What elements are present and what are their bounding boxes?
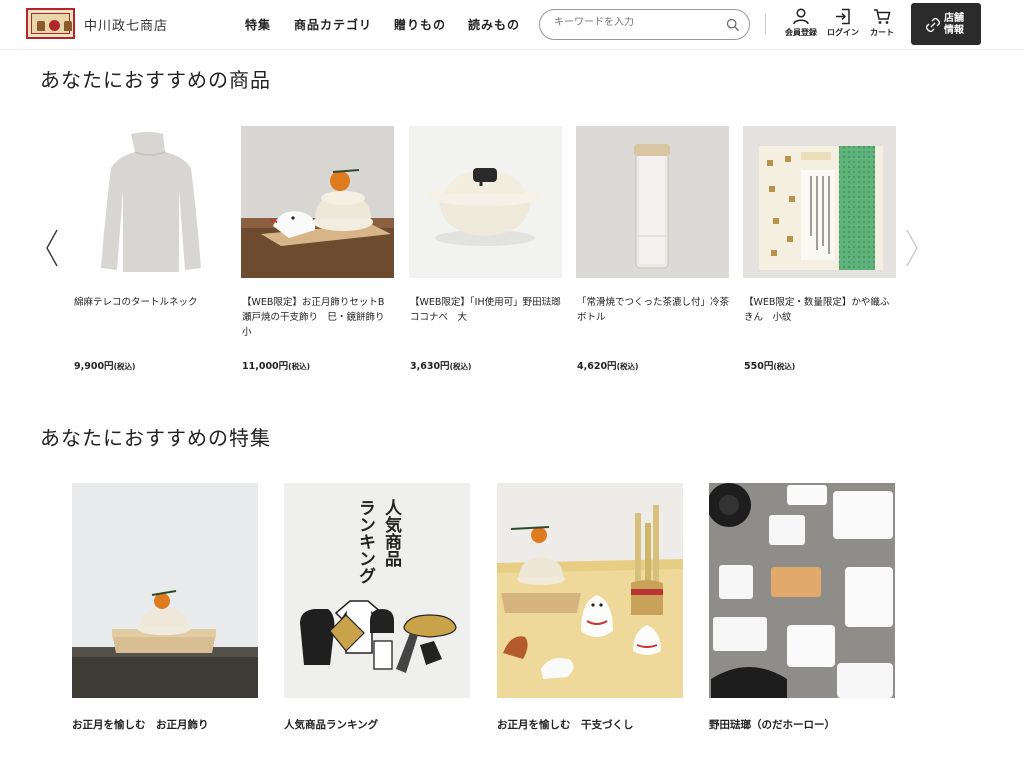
feature-card[interactable]: お正月を愉しむ お正月飾り (72, 483, 258, 731)
search-input[interactable] (554, 17, 724, 28)
product-image[interactable] (576, 126, 729, 278)
brand-name[interactable]: 中川政七商店 (84, 15, 168, 34)
product-price: 11,000円(税込) (242, 361, 311, 372)
product-image[interactable] (241, 126, 394, 278)
product-image[interactable] (409, 126, 562, 278)
product-image[interactable] (743, 126, 896, 278)
product-card[interactable]: 【WEB限定】お正月飾りセットB 瀬戸焼の干支飾り 巳・鏡餅飾り 小 11,00… (241, 126, 394, 372)
recommended-products-title: あなたにおすすめの商品 (40, 68, 271, 92)
site-header: 中川政七商店 特集 商品カテゴリ 贈りもの 読みもの 会員登録 ログイン (0, 0, 1024, 50)
recommended-features-title: あなたにおすすめの特集 (40, 426, 271, 450)
register-link[interactable]: 会員登録 (781, 8, 821, 38)
product-card[interactable]: 【WEB限定・数量限定】かや織ふきん 小紋 550円(税込) (743, 126, 896, 372)
cart-icon (874, 9, 891, 24)
feature-card[interactable]: お正月を愉しむ 干支づくし (497, 483, 683, 731)
store-label-line1: 店舗 (944, 13, 964, 24)
feature-title[interactable]: お正月を愉しむ 干支づくし (497, 717, 634, 732)
feature-image[interactable] (72, 483, 258, 698)
feature-image[interactable]: 人気商品 ランキング (284, 483, 470, 698)
header-divider (765, 14, 766, 34)
product-name[interactable]: 綿麻テレコのタートルネック (74, 295, 226, 310)
cart-link[interactable]: カート (862, 8, 902, 38)
cart-label: カート (870, 28, 894, 37)
nav-gifts[interactable]: 贈りもの (394, 16, 446, 33)
product-card[interactable]: 【WEB限定】「IH使用可」野田琺瑯 ココナベ 大 3,630円(税込) (409, 126, 570, 372)
feature-card[interactable]: 人気商品 ランキング 人気商品ランキング (284, 483, 470, 731)
nav-articles[interactable]: 読みもの (468, 16, 520, 33)
store-info-button[interactable]: 店舗 情報 (911, 3, 981, 45)
nav-categories[interactable]: 商品カテゴリ (294, 16, 372, 33)
product-name[interactable]: 【WEB限定】「IH使用可」野田琺瑯 ココナベ 大 (410, 295, 570, 325)
nav-features[interactable]: 特集 (245, 16, 271, 33)
login-link[interactable]: ログイン (823, 8, 863, 38)
feature-title[interactable]: 人気商品ランキング (284, 717, 378, 732)
product-price: 550円(税込) (744, 361, 796, 372)
store-link-icon (926, 18, 940, 32)
login-label: ログイン (827, 28, 859, 37)
feature-card[interactable]: 野田琺瑯（のだホーロー） (709, 483, 895, 731)
search-icon[interactable] (726, 18, 740, 32)
register-label: 会員登録 (785, 28, 817, 37)
product-price: 3,630円(税込) (410, 361, 472, 372)
carousel-prev-icon[interactable] (44, 228, 60, 268)
user-icon (793, 8, 809, 25)
product-name[interactable]: 「常滑焼でつくった茶漉し付」冷茶ボトル (577, 295, 729, 325)
carousel-next-icon[interactable] (904, 228, 920, 268)
product-price: 4,620円(税込) (577, 361, 639, 372)
feature-image[interactable] (497, 483, 683, 698)
feature-image[interactable] (709, 483, 895, 698)
feature-title[interactable]: 野田琺瑯（のだホーロー） (709, 717, 835, 732)
product-card[interactable]: 「常滑焼でつくった茶漉し付」冷茶ボトル 4,620円(税込) (576, 126, 729, 372)
product-price: 9,900円(税込) (74, 361, 136, 372)
brand-logo[interactable] (26, 8, 75, 39)
feature-title[interactable]: お正月を愉しむ お正月飾り (72, 717, 209, 732)
search-box (539, 9, 750, 40)
store-label-line2: 情報 (944, 25, 964, 36)
product-name[interactable]: 【WEB限定・数量限定】かや織ふきん 小紋 (744, 295, 896, 325)
product-name[interactable]: 【WEB限定】お正月飾りセットB 瀬戸焼の干支飾り 巳・鏡餅飾り 小 (242, 295, 394, 340)
product-image[interactable] (73, 126, 226, 278)
login-icon (836, 8, 850, 25)
product-card[interactable]: 綿麻テレコのタートルネック 9,900円(税込) (73, 126, 226, 372)
